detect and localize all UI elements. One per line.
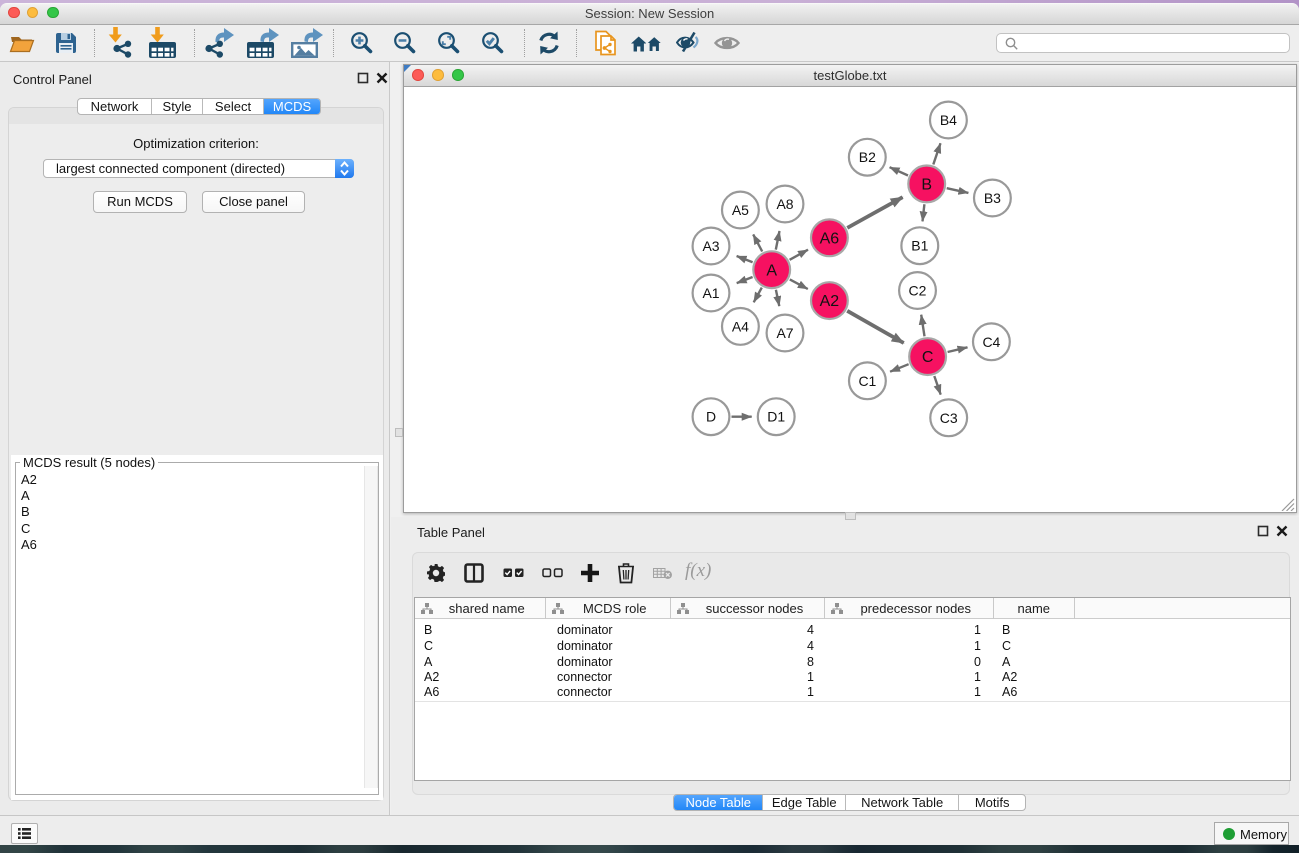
svg-text:A2: A2	[820, 293, 840, 310]
svg-text:B4: B4	[940, 112, 957, 128]
svg-text:A1: A1	[702, 285, 719, 301]
svg-text:C4: C4	[982, 334, 1000, 350]
svg-text:A5: A5	[732, 202, 749, 218]
svg-text:B3: B3	[984, 190, 1001, 206]
svg-text:A4: A4	[732, 318, 749, 334]
svg-text:A: A	[766, 262, 777, 279]
svg-text:C2: C2	[909, 283, 927, 299]
svg-text:C3: C3	[940, 410, 958, 426]
svg-text:C1: C1	[858, 373, 876, 389]
svg-text:D1: D1	[767, 409, 785, 425]
svg-text:B1: B1	[911, 238, 928, 254]
svg-text:B: B	[921, 177, 932, 194]
svg-text:A6: A6	[820, 230, 840, 247]
svg-text:A8: A8	[776, 196, 793, 212]
svg-text:A7: A7	[776, 325, 793, 341]
svg-text:C: C	[922, 349, 934, 366]
svg-text:A3: A3	[702, 238, 719, 254]
svg-text:B2: B2	[859, 149, 876, 165]
svg-text:D: D	[706, 409, 716, 425]
